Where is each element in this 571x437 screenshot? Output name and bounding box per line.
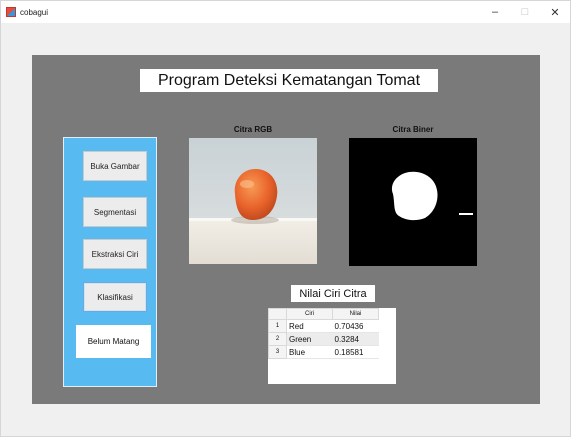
rgb-image-title: Citra RGB: [233, 125, 273, 134]
tomato-photo: [189, 138, 317, 264]
app-window: cobagui – □ ✕ Program Deteksi Kematangan…: [0, 0, 571, 437]
row-index: 1: [268, 319, 287, 333]
classification-result: Belum Matang: [76, 325, 151, 358]
feature-extraction-button[interactable]: Ekstraksi Ciri: [83, 239, 147, 269]
window-controls: – □ ✕: [480, 1, 570, 23]
cell-ciri[interactable]: Red: [286, 319, 333, 333]
minimize-button[interactable]: –: [480, 1, 510, 23]
title-bar: cobagui – □ ✕: [1, 1, 570, 23]
segmentation-button[interactable]: Segmentasi: [83, 197, 147, 227]
cell-ciri[interactable]: Green: [286, 332, 333, 346]
app-title: Program Deteksi Kematangan Tomat: [140, 69, 438, 92]
table-row[interactable]: 2 Green 0.3284: [268, 332, 379, 346]
feature-table-title: Nilai Ciri Citra: [291, 285, 375, 302]
row-index-header: [268, 308, 287, 320]
cell-nilai[interactable]: 0.3284: [332, 332, 379, 346]
feature-table-grid: Ciri Nilai 1 Red 0.70436 2 Green 0.3284 …: [268, 308, 379, 359]
window-title: cobagui: [20, 7, 49, 17]
row-index: 3: [268, 345, 287, 359]
cell-ciri[interactable]: Blue: [286, 345, 333, 359]
column-header-nilai[interactable]: Nilai: [332, 308, 379, 320]
binary-mask: [391, 171, 473, 221]
binary-image: [349, 138, 477, 266]
cell-nilai[interactable]: 0.70436: [332, 319, 379, 333]
close-button[interactable]: ✕: [540, 1, 570, 23]
rgb-image: [189, 138, 317, 264]
cell-nilai[interactable]: 0.18581: [332, 345, 379, 359]
maximize-button[interactable]: □: [510, 1, 540, 23]
table-header-row: Ciri Nilai: [268, 308, 379, 320]
feature-table: Ciri Nilai 1 Red 0.70436 2 Green 0.3284 …: [268, 308, 396, 384]
matlab-figure-icon: [6, 7, 16, 17]
binary-image-title: Citra Biner: [392, 125, 434, 134]
table-row[interactable]: 1 Red 0.70436: [268, 319, 379, 333]
open-image-button[interactable]: Buka Gambar: [83, 151, 147, 181]
classification-button[interactable]: Klasifikasi: [83, 282, 147, 312]
column-header-ciri[interactable]: Ciri: [286, 308, 333, 320]
table-row[interactable]: 3 Blue 0.18581: [268, 345, 379, 359]
row-index: 2: [268, 332, 287, 346]
